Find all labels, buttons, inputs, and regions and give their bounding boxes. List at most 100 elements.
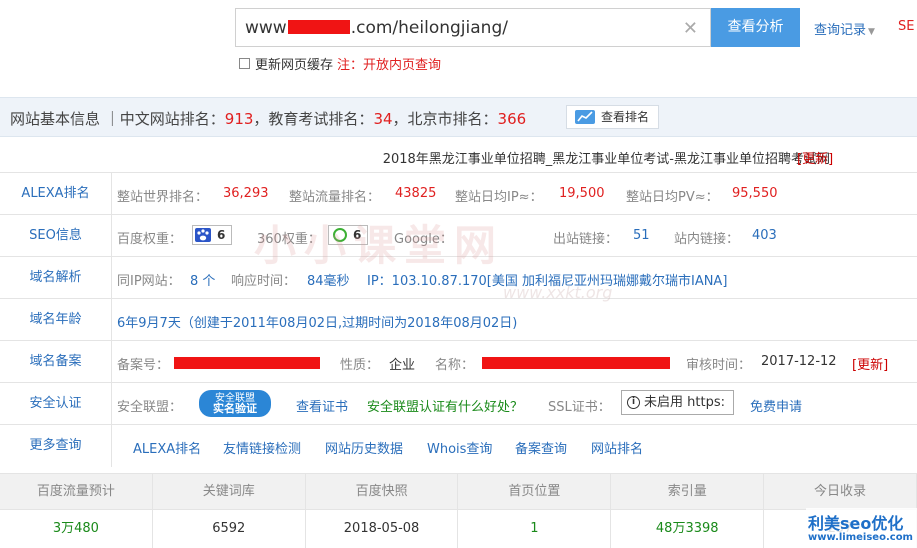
free-apply-link[interactable]: 免费申请: [750, 396, 802, 415]
baidu-traffic-value[interactable]: 3万480: [0, 510, 153, 548]
more-link-alexa[interactable]: ALEXA排名: [133, 438, 201, 457]
inlinks-value[interactable]: 403: [752, 228, 777, 243]
daily-ip-value: 19,500: [559, 186, 605, 201]
update-title-link[interactable]: [更新]: [797, 148, 833, 167]
trend-chart-icon: [575, 110, 595, 124]
dns-label[interactable]: 域名解析: [0, 257, 112, 298]
stats-header: 百度快照: [306, 474, 459, 509]
cache-label: 更新网页缓存: [255, 58, 334, 73]
snapshot-date-value[interactable]: 2018-05-08: [306, 510, 459, 548]
daily-ip-label: 整站日均IP≈：: [455, 190, 543, 205]
stats-header: 百度流量预计: [0, 474, 153, 509]
url-suffix: .com/heilongjiang/: [350, 18, 508, 38]
more-link-icp[interactable]: 备案查询: [515, 438, 567, 457]
badge-main-text: 实名验证: [213, 402, 257, 415]
name-label: 名称：: [435, 358, 475, 373]
inlinks-label: 站内链接：: [674, 232, 740, 247]
index-count-value[interactable]: 48万3398: [611, 510, 765, 548]
info-icon: i: [627, 396, 640, 409]
dns-row: 域名解析 同IP网站： 8 个 响应时间： 84毫秒 IP：103.10.87.…: [0, 257, 917, 299]
site-title-row: 2018年黑龙江事业单位招聘_黑龙江事业单位考试-黑龙江事业单位招聘考试网 [更…: [0, 138, 917, 173]
response-time-value: 84毫秒: [307, 274, 350, 289]
alexa-row: ALEXA排名 整站世界排名： 36,293 整站流量排名： 43825 整站日…: [0, 173, 917, 215]
security-content: 安全联盟： 安全联盟 实名验证 查看证书 安全联盟认证有什么好处？ SSL证书：…: [112, 383, 917, 424]
icp-label[interactable]: 域名备案: [0, 341, 112, 382]
view-ranking-button[interactable]: 查看排名: [566, 105, 659, 129]
alexa-content: 整站世界排名： 36,293 整站流量排名： 43825 整站日均IP≈： 19…: [112, 173, 917, 214]
alexa-label[interactable]: ALEXA排名: [0, 173, 112, 214]
icp-content: 备案号： 性质： 企业 名称： 审核时间： 2017-12-12 [更新]: [112, 341, 917, 382]
view-cert-link[interactable]: 查看证书: [296, 396, 348, 415]
verified-badge[interactable]: 安全联盟 实名验证: [199, 390, 271, 417]
site-info-table: ALEXA排名 整站世界排名： 36,293 整站流量排名： 43825 整站日…: [0, 173, 917, 467]
homepage-position-value: 1: [458, 510, 612, 548]
response-time-label: 响应时间：: [231, 274, 297, 289]
daily-pv-value: 95,550: [732, 186, 778, 201]
seo-label[interactable]: SEO信息: [0, 215, 112, 256]
edu-rank-value: 34: [373, 110, 393, 128]
clear-icon[interactable]: ✕: [683, 18, 698, 39]
url-text[interactable]: www .com/heilongjiang/: [245, 18, 508, 38]
cache-option: 更新网页缓存 注：开放内页查询: [239, 54, 441, 73]
keyword-count-value[interactable]: 6592: [153, 510, 306, 548]
corner-brand: 利美seo优化: [808, 514, 904, 533]
cache-note[interactable]: 注：开放内页查询: [337, 54, 441, 73]
security-row: 安全认证 安全联盟： 安全联盟 实名验证 查看证书 安全联盟认证有什么好处？ S…: [0, 383, 917, 425]
same-ip-label: 同IP网站：: [117, 274, 181, 289]
domain-age-row: 域名年龄 6年9月7天（创建于2011年08月02日,过期时间为2018年08月…: [0, 299, 917, 341]
site-title: 2018年黑龙江事业单位招聘_黑龙江事业单位考试-黑龙江事业单位招聘考试网: [382, 152, 830, 167]
domain-age-value: 6年9月7天（创建于2011年08月02日,过期时间为2018年08月02日): [117, 316, 518, 331]
more-link-whois[interactable]: Whois查询: [427, 438, 492, 457]
more-query-links: ALEXA排名 友情链接检测 网站历史数据 Whois查询 备案查询 网站排名: [112, 425, 917, 467]
cache-checkbox[interactable]: [239, 58, 250, 69]
s360-weight-label: 360权重：: [257, 232, 321, 247]
history-dropdown[interactable]: 查询记录 ▼: [814, 19, 875, 38]
ranking-band: 网站基本信息 ｜中文网站排名：913，教育考试排名：34，北京市排名：366 查…: [0, 97, 917, 137]
outlinks-label: 出站链接：: [553, 232, 619, 247]
se-link[interactable]: SE: [898, 19, 914, 34]
ssl-status-value: 未启用 https:: [644, 395, 725, 410]
nature-value: 企业: [389, 358, 416, 373]
icp-row: 域名备案 备案号： 性质： 企业 名称： 审核时间： 2017-12-12 [更…: [0, 341, 917, 383]
baidu-weight-label: 百度权重：: [117, 232, 183, 247]
more-query-label[interactable]: 更多查询: [0, 425, 112, 467]
world-rank-label: 整站世界排名：: [117, 190, 209, 205]
seo-content: 百度权重： 6 360权重： 6 Google： 出站链接： 51 站内链接： …: [112, 215, 917, 256]
bj-rank-value: 366: [497, 110, 527, 128]
more-link-friendlink[interactable]: 友情链接检测: [223, 438, 301, 457]
dns-content: 同IP网站： 8 个 响应时间： 84毫秒 IP：103.10.87.170[美…: [112, 257, 917, 298]
baidu-weight-badge[interactable]: 6: [192, 225, 233, 245]
daily-pv-label: 整站日均PV≈：: [626, 190, 719, 205]
stats-header-row: 百度流量预计 关键词库 百度快照 首页位置 索引量 今日收录: [0, 473, 917, 510]
google-label: Google：: [394, 232, 453, 247]
traffic-rank-value: 43825: [395, 186, 437, 201]
s360-logo-icon: [333, 228, 347, 242]
stats-header: 关键词库: [153, 474, 306, 509]
corner-url: www.limeiseo.com: [808, 532, 913, 543]
s360-weight-value: 6: [353, 228, 362, 242]
history-label: 查询记录: [814, 23, 867, 38]
stats-header: 索引量: [611, 474, 765, 509]
same-ip-value[interactable]: 8 个: [190, 270, 215, 289]
world-rank-value: 36,293: [223, 186, 269, 201]
band-title-prefix: 网站基本信息 ｜中文网站排名：: [10, 110, 225, 128]
outlinks-value[interactable]: 51: [633, 228, 650, 243]
edu-rank-label: ，教育考试排名：: [253, 110, 374, 128]
s360-weight-badge[interactable]: 6: [328, 225, 369, 245]
security-label[interactable]: 安全认证: [0, 383, 112, 424]
seo-row: SEO信息 百度权重： 6 360权重： 6 Google： 出站链接： 51 …: [0, 215, 917, 257]
more-link-rank[interactable]: 网站排名: [591, 438, 643, 457]
stats-value-row: 3万480 6592 2018-05-08 1 48万3398 257: [0, 510, 917, 548]
audit-time-value: 2017-12-12: [761, 354, 837, 369]
domain-age-label[interactable]: 域名年龄: [0, 299, 112, 340]
ip-location-text[interactable]: IP：103.10.87.170[美国 加利福尼亚州玛瑞娜戴尔瑞市IANA]: [367, 270, 727, 289]
icp-update-link[interactable]: [更新]: [852, 354, 888, 373]
benefit-link[interactable]: 安全联盟认证有什么好处？: [367, 396, 523, 415]
ssl-status-box[interactable]: i 未启用 https:: [621, 390, 734, 415]
analyze-button[interactable]: 查看分析: [711, 8, 800, 47]
domain-age-content: 6年9月7天（创建于2011年08月02日,过期时间为2018年08月02日): [112, 299, 917, 340]
url-search-input[interactable]: www .com/heilongjiang/ ✕: [235, 8, 711, 47]
more-link-history[interactable]: 网站历史数据: [325, 438, 403, 457]
icp-number-redacted: [174, 357, 320, 369]
stats-table: 百度流量预计 关键词库 百度快照 首页位置 索引量 今日收录 3万480 659…: [0, 473, 917, 548]
